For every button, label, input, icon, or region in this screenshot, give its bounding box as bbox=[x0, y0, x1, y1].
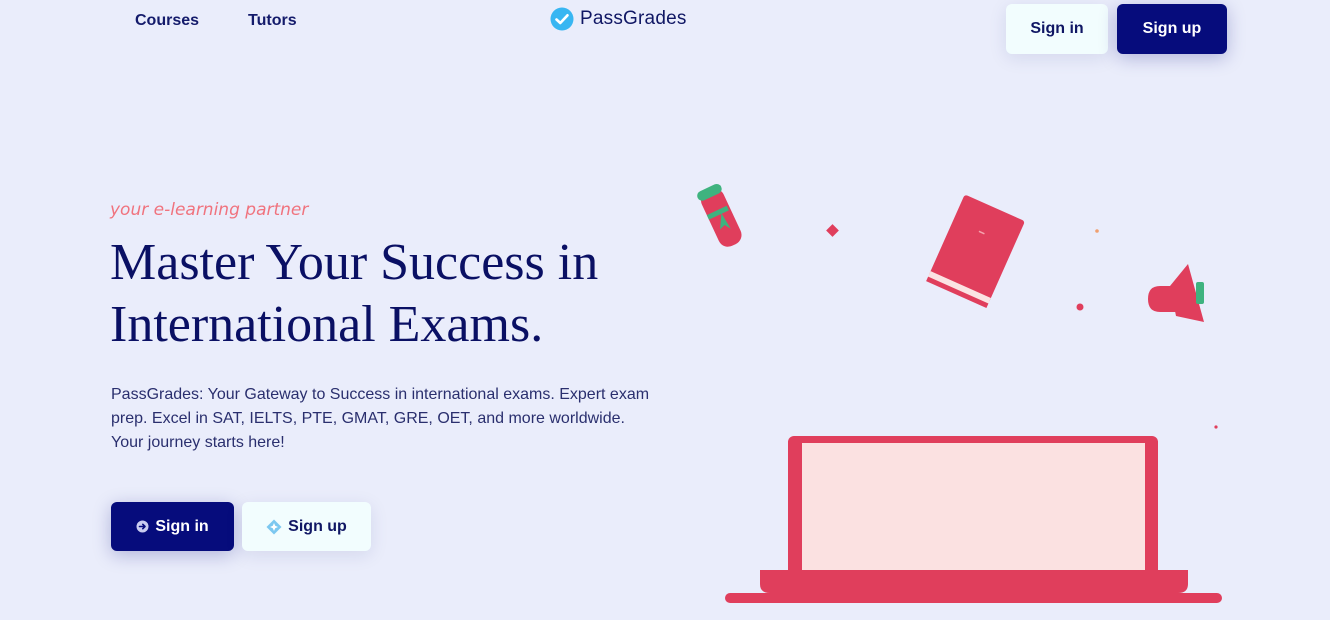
brand-name: PassGrades bbox=[580, 8, 687, 29]
hero-sign-in-button[interactable]: Sign in bbox=[111, 502, 234, 551]
hero-title-line-2: International Exams. bbox=[110, 296, 544, 353]
hero-title-line-1: Master Your Success in bbox=[110, 234, 599, 291]
hero-description: PassGrades: Your Gateway to Success in i… bbox=[111, 386, 650, 451]
hero-sign-up-label: Sign up bbox=[288, 517, 347, 535]
nav-tutors-link[interactable]: Tutors bbox=[248, 12, 297, 30]
laptop-icon bbox=[725, 436, 1222, 603]
check-badge-icon bbox=[550, 7, 574, 31]
hero-sign-up-button[interactable]: Sign up bbox=[242, 502, 371, 551]
header-sign-in-button[interactable]: Sign in bbox=[1006, 4, 1108, 54]
arrow-circle-icon bbox=[136, 520, 149, 533]
nav-courses-link[interactable]: Courses bbox=[135, 12, 199, 30]
hero-tagline: your e-learning partner bbox=[110, 200, 309, 220]
confetti-dot bbox=[1095, 229, 1099, 233]
hero-illustration bbox=[697, 183, 1222, 603]
megaphone-icon bbox=[1148, 264, 1204, 322]
confetti-dot bbox=[1214, 425, 1218, 429]
confetti-dot bbox=[1076, 303, 1084, 311]
landing-page: Courses Tutors PassGrades Sign in Sign u… bbox=[0, 0, 1330, 620]
confetti-diamond bbox=[826, 224, 839, 237]
brand-logo[interactable]: PassGrades bbox=[550, 7, 687, 31]
diploma-scroll-icon bbox=[697, 183, 742, 247]
book-icon bbox=[926, 195, 1025, 309]
header-sign-up-button[interactable]: Sign up bbox=[1117, 4, 1227, 54]
hero-sign-in-label: Sign in bbox=[155, 517, 209, 535]
hero-title: Master Your Success in International Exa… bbox=[110, 232, 670, 356]
diamond-sparkle-icon bbox=[266, 519, 282, 535]
